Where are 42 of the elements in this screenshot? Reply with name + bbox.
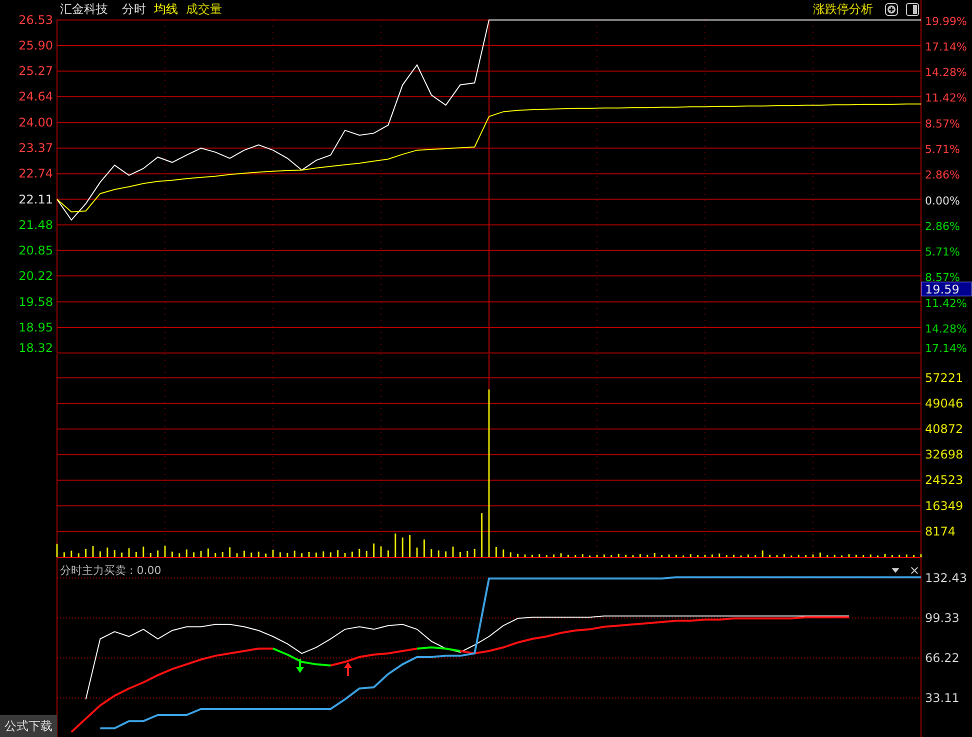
axis-label: 8174 — [925, 524, 956, 538]
axis-label: 26.53 — [18, 13, 53, 27]
axis-label: 5.71% — [925, 143, 960, 156]
axis-label: 14.28% — [925, 66, 967, 80]
axis-label: 14.28% — [925, 322, 967, 336]
axis-label: 57221 — [925, 370, 964, 385]
axis-label: 22.11 — [18, 192, 53, 206]
axis-label: 20.85 — [18, 243, 53, 258]
axis-label: 40872 — [925, 422, 964, 436]
axis-label: 5.71% — [925, 245, 960, 258]
axis-label: 19.99% — [925, 15, 967, 28]
axis-label: 11.42% — [925, 92, 967, 105]
axis-label: 24523 — [925, 473, 964, 488]
axis-label: 2.86% — [925, 168, 960, 182]
axis-label: 8.57% — [925, 270, 960, 284]
axis-label: 17.14% — [925, 342, 967, 354]
axis-label: 19.58 — [18, 294, 53, 309]
axis-label: 66.22 — [925, 651, 960, 665]
axis-label: 23.37 — [18, 141, 53, 156]
axis-label: 16349 — [925, 498, 964, 513]
stock-name: 汇金科技 — [60, 1, 108, 18]
axis-label: 2.86% — [925, 220, 960, 233]
axis-label: 24.64 — [18, 90, 53, 104]
axis-label: 17.14% — [925, 40, 967, 54]
axis-label: 32698 — [925, 448, 964, 462]
axis-label: 11.42% — [925, 296, 967, 310]
axis-label: 99.33 — [925, 610, 960, 625]
axis-label: 25.90 — [18, 38, 53, 53]
axis-label: 25.27 — [18, 64, 53, 78]
axis-label: 49046 — [925, 396, 964, 410]
axis-label: 18.95 — [18, 320, 53, 334]
axis-label: 132.43 — [925, 571, 967, 585]
axis-label: 22.74 — [18, 166, 53, 181]
price-cursor-label: 19.59 — [921, 282, 972, 296]
axis-label: 18.32 — [18, 341, 53, 354]
axis-label: 20.22 — [18, 268, 53, 283]
axis-label: 24.00 — [18, 116, 53, 130]
axis-label: 21.48 — [18, 218, 53, 232]
axis-label: 0.00% — [925, 194, 960, 208]
axis-label: 33.11 — [925, 691, 960, 705]
indicator-title: 分时主力买卖 : 0.00 — [60, 562, 162, 578]
axis-label: 8.57% — [925, 118, 960, 131]
